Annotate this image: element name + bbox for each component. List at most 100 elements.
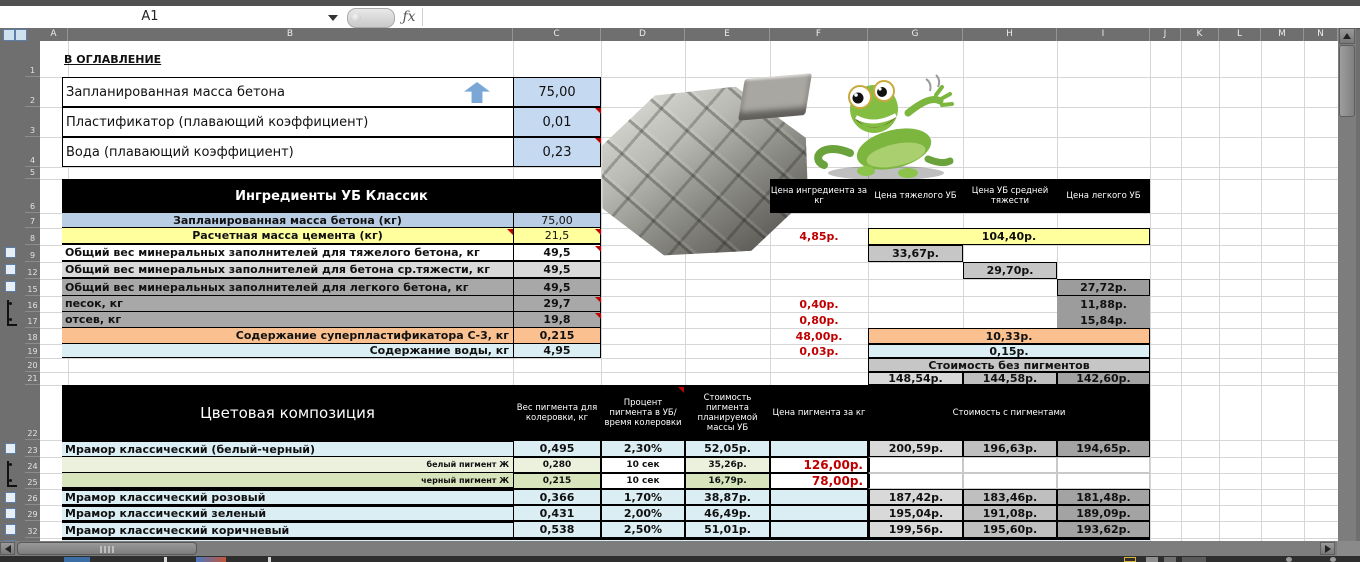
col-header-pigment-price-kg[interactable]: Цена пигмента за кг [770, 385, 868, 440]
component-weight[interactable]: 0,280 [513, 457, 601, 473]
col-header-E[interactable]: E [685, 28, 770, 41]
total-heavy[interactable]: 200,59р. [868, 440, 963, 457]
taskbar-icon[interactable] [1182, 557, 1206, 562]
col-header-F[interactable]: F [770, 28, 868, 41]
row-label[interactable]: Общий вес минеральных заполнителей для б… [62, 262, 513, 279]
col-header-K[interactable]: K [1181, 28, 1219, 41]
row-label[interactable]: Содержание воды, кг [62, 344, 513, 358]
total-light[interactable]: 181,48р. [1057, 489, 1150, 505]
row-value[interactable]: 49,5 [513, 279, 601, 296]
outline-expand-button[interactable] [5, 492, 16, 503]
col-header-J[interactable]: J [1150, 28, 1181, 41]
total-heavy[interactable]: 199,56р. [868, 521, 963, 538]
component-time[interactable]: 10 сек [601, 457, 685, 473]
pigment-price[interactable] [770, 440, 868, 457]
outline-level-2-button[interactable] [15, 29, 27, 41]
row-header[interactable]: 5 [25, 167, 40, 179]
price-cell[interactable]: 27,72р. [1057, 279, 1150, 296]
col-header-medium-price[interactable]: Цена УБ средней тяжести [963, 179, 1057, 213]
taskbar-icon[interactable] [1124, 557, 1136, 562]
col-header-light-price[interactable]: Цена легкого УБ [1057, 179, 1150, 213]
row-value[interactable]: 0,215 [513, 328, 601, 344]
row-label[interactable]: отсев, кг [62, 312, 513, 328]
row-header[interactable]: 29 [25, 505, 40, 521]
price-cell[interactable]: 4,85р. [770, 228, 868, 245]
param-value[interactable]: 75,00 [513, 77, 601, 107]
formula-bar-handle[interactable] [347, 8, 395, 28]
col-header-A[interactable]: A [40, 28, 68, 41]
row-value[interactable]: 21,5 [513, 228, 601, 245]
pigment-price[interactable] [770, 489, 868, 505]
pigment-percent[interactable]: 2,50% [601, 521, 685, 538]
col-header-price-per-kg[interactable]: Цена ингредиента за кг [770, 179, 868, 213]
vertical-scrollbar[interactable] [1338, 28, 1356, 541]
component-weight[interactable]: 0,215 [513, 473, 601, 489]
outline-expand-button[interactable] [5, 281, 16, 292]
row-header[interactable]: 3 [25, 107, 40, 137]
row-label[interactable]: Общий вес минеральных заполнителей для т… [62, 245, 513, 262]
col-header-heavy-price[interactable]: Цена тяжелого УБ [868, 179, 963, 213]
pigment-weight[interactable]: 0,538 [513, 521, 601, 538]
row-value[interactable]: 29,7 [513, 296, 601, 312]
row-value[interactable]: 49,5 [513, 262, 601, 279]
taskbar-icon[interactable] [1286, 557, 1292, 562]
total-medium[interactable]: 196,63р. [963, 440, 1057, 457]
vertical-scroll-thumb[interactable] [1339, 45, 1355, 117]
row-label[interactable]: Содержание суперпластификатора С-3, кг [62, 328, 513, 344]
total-light[interactable]: 194,65р. [1057, 440, 1150, 457]
scroll-up-button[interactable] [1339, 28, 1355, 44]
name-box[interactable]: A1 [0, 6, 345, 28]
row-header[interactable]: 19 [25, 344, 40, 358]
row-header[interactable]: 18 [25, 328, 40, 344]
taskbar-icon[interactable] [1330, 557, 1336, 562]
pigment-percent[interactable]: 2,00% [601, 505, 685, 521]
toc-link[interactable]: В ОГЛАВЛЕНИЕ [64, 47, 264, 71]
subtotal-header[interactable]: Стоимость без пигментов [868, 358, 1150, 372]
price-cell[interactable]: 0,15р. [868, 344, 1150, 358]
col-header-M[interactable]: M [1261, 28, 1304, 41]
price-cell[interactable]: 48,00р. [770, 328, 868, 344]
row-value[interactable]: 49,5 [513, 245, 601, 262]
col-header-pigment-weight[interactable]: Вес пигмента для колеровки, кг [513, 385, 601, 440]
row-header[interactable]: 16 [25, 296, 40, 312]
row-value[interactable]: 4,95 [513, 344, 601, 358]
price-cell[interactable]: 11,88р. [1057, 296, 1150, 312]
price-cell[interactable]: 15,84р. [1057, 312, 1150, 328]
pigment-weight[interactable]: 0,495 [513, 440, 601, 457]
taskbar-icon[interactable] [1146, 557, 1158, 562]
row-header[interactable]: 32 [25, 521, 40, 538]
row-header[interactable]: 12 [25, 262, 40, 279]
price-cell[interactable]: 33,67р. [868, 245, 963, 262]
horizontal-scrollbar[interactable] [0, 541, 1360, 556]
pigment-component-label[interactable]: черный пигмент Ж [62, 473, 513, 489]
pigment-price[interactable] [770, 521, 868, 538]
row-header[interactable]: 17 [25, 312, 40, 328]
outline-expand-button[interactable] [5, 524, 16, 535]
row-header[interactable]: 6 [25, 179, 40, 213]
component-cost[interactable]: 16,79р. [685, 473, 770, 489]
subtotal-value[interactable]: 144,58р. [963, 372, 1057, 385]
pigment-cost[interactable]: 46,49р. [685, 505, 770, 521]
row-header[interactable]: 9 [25, 245, 40, 262]
col-header-L[interactable]: L [1219, 28, 1261, 41]
pigment-percent[interactable]: 1,70% [601, 489, 685, 505]
row-header[interactable]: 4 [25, 137, 40, 167]
col-header-N[interactable]: N [1304, 28, 1338, 41]
row-header[interactable]: 1 [25, 41, 40, 77]
row-label[interactable]: Общий вес минеральных заполнителей для л… [62, 279, 513, 296]
pigment-label[interactable]: Мрамор классический розовый [62, 489, 513, 505]
taskbar-icon[interactable] [64, 557, 90, 562]
row-header[interactable]: 22 [25, 385, 40, 440]
total-light[interactable]: 193,62р. [1057, 521, 1150, 538]
row-label[interactable]: Расчетная масса цемента (кг) [62, 228, 513, 245]
outline-level-1-button[interactable] [3, 29, 15, 41]
ingredients-title[interactable]: Ингредиенты УБ Классик [62, 179, 601, 213]
row-value[interactable]: 19,8 [513, 312, 601, 328]
row-header[interactable]: 24 [25, 457, 40, 473]
price-cell[interactable]: 10,33р. [868, 328, 1150, 344]
col-header-pigment-percent[interactable]: Процент пигмента в УБ/время колеровки [601, 385, 685, 440]
col-header-B[interactable]: B [68, 28, 513, 41]
price-cell[interactable]: 0,80р. [770, 312, 868, 328]
total-heavy[interactable]: 187,42р. [868, 489, 963, 505]
total-medium[interactable]: 183,46р. [963, 489, 1057, 505]
